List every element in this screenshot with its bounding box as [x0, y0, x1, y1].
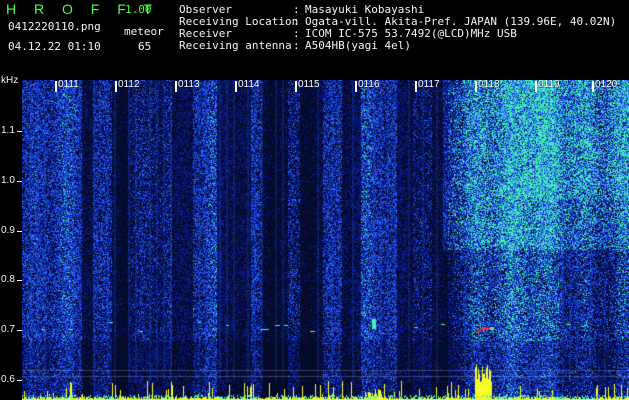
spectrogram-canvas [22, 80, 629, 400]
y-tick-label-0-7: 0.7 [1, 324, 15, 335]
y-tick-label-0-9: 0.9 [1, 225, 15, 236]
y-tick-label-0-6: 0.6 [1, 374, 15, 385]
capture-time: 04.12.22 01:10 [8, 40, 101, 53]
y-tick-label-1-0: 1.0 [1, 175, 15, 186]
observation-info: Observer : Masayuki Kobayashi Receiving … [179, 4, 616, 52]
info-label: Receiving antenna [179, 39, 292, 52]
info-row-receiving-antenna: Receiving antenna : A504HB(yagi 4el) [179, 40, 609, 52]
info-colon: : [293, 39, 300, 52]
hroff-spectrogram-screen: H R O F F T 1.00 0412220110.png meteor 0… [0, 0, 629, 400]
meteor-count: 65 [138, 40, 152, 53]
frequency-axis: 1.1 1.0 0.9 0.8 0.7 0.6 [0, 80, 22, 400]
info-value: A504HB(yagi 4el) [305, 39, 411, 52]
spectrogram-plot [22, 80, 629, 400]
file-name: 0412220110.png [8, 20, 101, 33]
y-tick-label-1-1: 1.1 [1, 125, 15, 136]
meteor-label: meteor [124, 25, 164, 38]
app-version: 1.00 [125, 3, 152, 16]
y-tick-label-0-8: 0.8 [1, 274, 15, 285]
